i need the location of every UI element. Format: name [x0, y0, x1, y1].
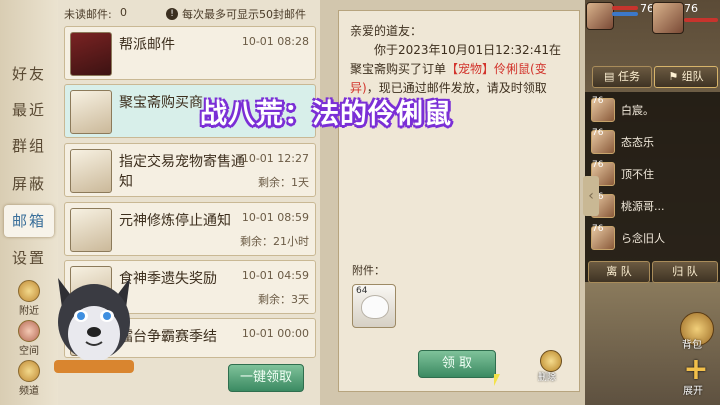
mail-item[interactable]: 帮派邮件 10-01 08:28: [64, 26, 316, 80]
team-member-3[interactable]: 76 顶不住: [585, 160, 720, 188]
expand-plus-icon[interactable]: +: [682, 355, 710, 385]
cursor-icon: [494, 374, 500, 386]
team-icon: ⚑: [668, 70, 679, 83]
tab-channel[interactable]: 频道: [8, 360, 50, 397]
attachment-label: 附件：: [352, 264, 385, 277]
team-member-4[interactable]: 76 桃源哥...: [585, 192, 720, 220]
tab-nearby[interactable]: 附近: [8, 280, 50, 317]
target-portrait[interactable]: [652, 2, 684, 34]
team-member-2[interactable]: 76 态态乐: [585, 128, 720, 156]
team-button[interactable]: ⚑ 组队: [654, 66, 718, 88]
backpack-label: 背包: [682, 340, 702, 351]
team-panel: 76 白宸。 76 态态乐 76 顶不住 76 桃源哥... 76 ら念旧人: [585, 92, 720, 282]
mail-item[interactable]: 元神修炼停止通知 10-01 08:59 剩余：21小时: [64, 202, 316, 256]
team-member-1[interactable]: 76 白宸。: [585, 96, 720, 124]
target-level-2: 76: [684, 2, 698, 15]
leave-team-button[interactable]: 离 队: [588, 261, 650, 283]
unread-count: 0: [120, 6, 127, 19]
collapse-arrow-icon[interactable]: ‹: [583, 176, 599, 216]
delete-icon[interactable]: [540, 350, 562, 372]
tab-settings[interactable]: 设置: [4, 242, 54, 274]
task-button[interactable]: ▤ 任务: [592, 66, 652, 88]
tab-groups[interactable]: 群组: [4, 130, 54, 162]
nearby-icon: [18, 280, 40, 302]
team-member-5[interactable]: 76 ら念旧人: [585, 224, 720, 252]
letter-icon: [70, 149, 112, 193]
letter-icon: [70, 208, 112, 252]
unread-label: 未读邮件:: [64, 8, 112, 21]
hp-bar: [612, 6, 638, 10]
video-caption: 战八荒：法的伶俐鼠: [200, 99, 452, 130]
target-hp-bar: [684, 18, 718, 22]
info-icon: !: [166, 8, 178, 20]
channel-icon: [18, 360, 40, 382]
delete-label: 删除: [538, 373, 557, 383]
guild-mail-icon: [70, 32, 112, 76]
claim-button[interactable]: 领 取: [418, 350, 496, 378]
task-icon: ▤: [604, 70, 615, 83]
letter-icon: [70, 90, 112, 134]
attachment-slot[interactable]: 64: [352, 284, 396, 328]
mp-bar: [612, 12, 638, 16]
letter-body: 亲爱的道友： 你于2023年10月01日12:32:41在聚宝斋购买了订单【宠物…: [350, 22, 572, 98]
tab-blocked[interactable]: 屏蔽: [4, 168, 54, 200]
letter-greeting: 亲爱的道友：: [350, 24, 423, 38]
tab-mailbox[interactable]: 邮箱: [4, 205, 54, 237]
tab-recent[interactable]: 最近: [4, 94, 54, 126]
tab-space[interactable]: 空间: [8, 320, 50, 357]
mouse-pet-icon: [361, 295, 389, 319]
player-portrait[interactable]: [586, 2, 614, 30]
return-team-button[interactable]: 归 队: [652, 261, 718, 283]
limit-notice: 每次最多可显示50封邮件: [182, 8, 306, 21]
mail-item[interactable]: 指定交易宠物寄售通知 10-01 12:27 剩余：1天: [64, 143, 316, 197]
expand-label: 展开: [683, 386, 703, 397]
tab-friends[interactable]: 好友: [4, 58, 54, 90]
collect-all-button[interactable]: 一键领取: [228, 364, 304, 392]
space-avatar-icon: [18, 320, 40, 342]
husky-avatar: [54, 278, 134, 373]
item-count: 64: [356, 286, 368, 296]
